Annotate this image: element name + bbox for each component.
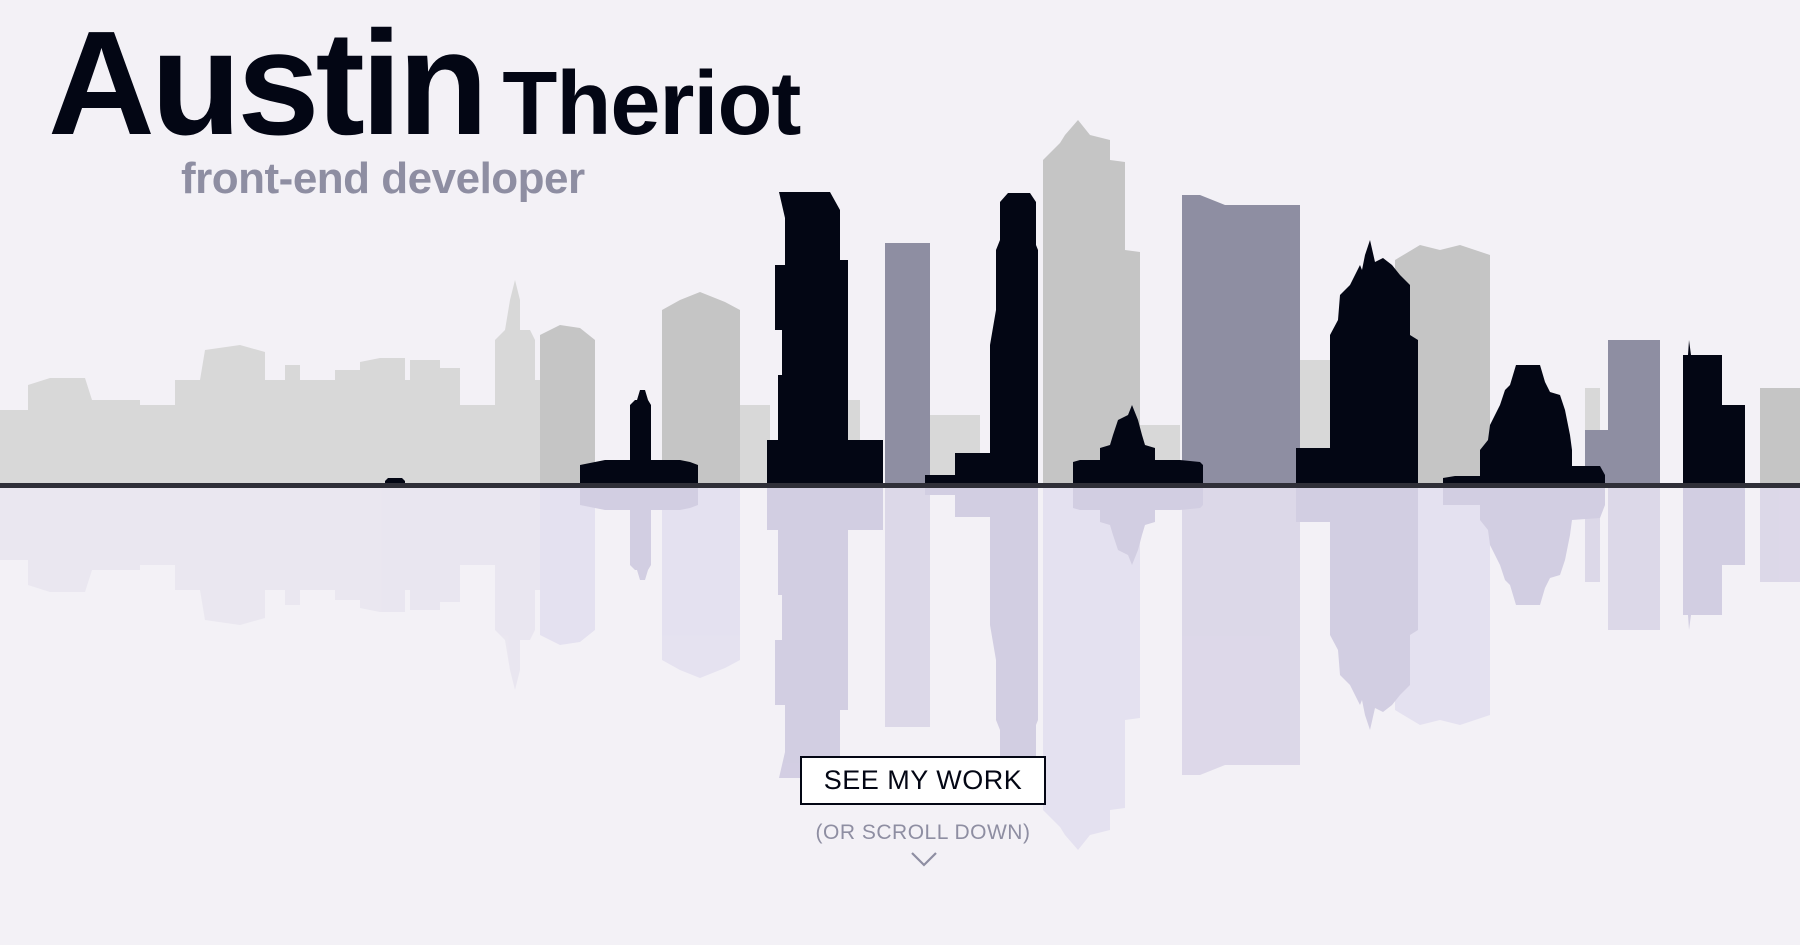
waterline <box>0 483 1800 488</box>
scroll-hint-text: (OR SCROLL DOWN) <box>815 821 1031 844</box>
first-name: Austin <box>48 1 488 166</box>
tagline: front-end developer <box>181 154 585 203</box>
see-my-work-button[interactable]: SEE MY WORK <box>800 756 1046 805</box>
hero-page: Austin Theriot front-end developer SEE MY… <box>0 0 1800 945</box>
last-name: Theriot <box>502 54 801 154</box>
page-title: Austin Theriot <box>48 10 801 158</box>
chevron-down-icon[interactable] <box>910 850 938 868</box>
